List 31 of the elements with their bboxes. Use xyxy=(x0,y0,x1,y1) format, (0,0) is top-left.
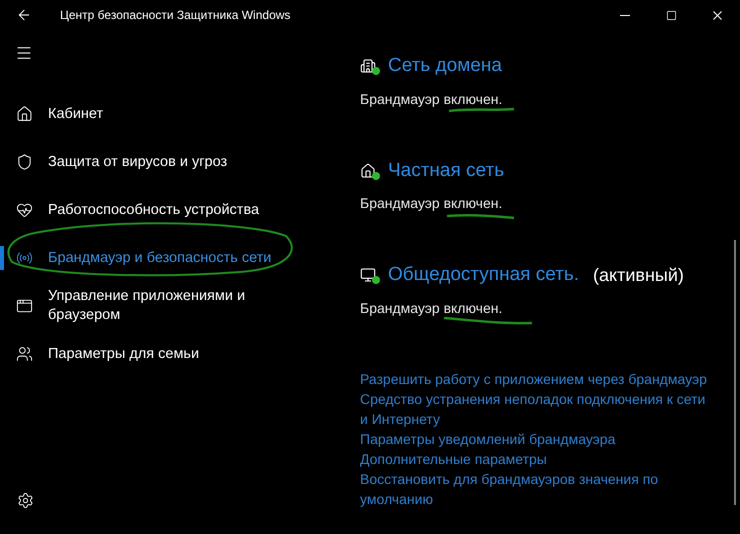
home-icon xyxy=(16,106,33,122)
sidebar-item[interactable]: Параметры для семьи xyxy=(0,330,340,378)
minimize-icon xyxy=(620,14,630,16)
heart-icon xyxy=(16,202,33,218)
window-icon xyxy=(16,298,33,314)
antenna-icon xyxy=(16,250,33,266)
annotation-underline xyxy=(446,214,514,220)
network-link[interactable]: Общедоступная сеть. xyxy=(388,261,580,290)
window-title: Центр безопасности Защитника Windows xyxy=(60,7,290,24)
settings-link[interactable]: Дополнительные параметры xyxy=(360,448,712,468)
scrollbar[interactable] xyxy=(734,240,736,505)
firewall-status: Брандмауэр включен. xyxy=(360,194,504,213)
settings-icon xyxy=(16,492,34,508)
shield-icon xyxy=(16,154,33,170)
firewall-status: Брандмауэр включен. xyxy=(360,298,504,318)
network-link[interactable]: Частная сеть xyxy=(388,156,504,185)
people-icon xyxy=(16,346,33,362)
sidebar-item[interactable]: Защита от вирусов и угроз xyxy=(0,138,340,186)
firewall-status: Брандмауэр включен. xyxy=(360,90,504,109)
sidebar-item[interactable]: Кабинет xyxy=(0,90,340,138)
sidebar-item[interactable]: Управление приложениями и браузером xyxy=(0,282,340,330)
sidebar-item[interactable]: Брандмауэр и безопасность сети xyxy=(0,234,340,282)
settings-link[interactable]: Разрешить работу с приложением через брандмауэр xyxy=(360,368,712,388)
settings-link[interactable]: Параметры уведомлений брандмауэра xyxy=(360,428,712,448)
active-label: (активный) xyxy=(593,264,684,287)
sidebar-item[interactable]: Работоспособность устройства xyxy=(0,186,340,234)
settings-link[interactable]: Восстановить для брандмауэров значения по умолчанию xyxy=(360,468,712,508)
annotation-underline xyxy=(448,108,514,112)
network-link[interactable]: Сеть домена xyxy=(388,52,502,80)
settings-link[interactable]: Средство устранения неполадок подключения к сети и Интернету xyxy=(360,388,712,428)
maximize-icon xyxy=(666,10,676,20)
